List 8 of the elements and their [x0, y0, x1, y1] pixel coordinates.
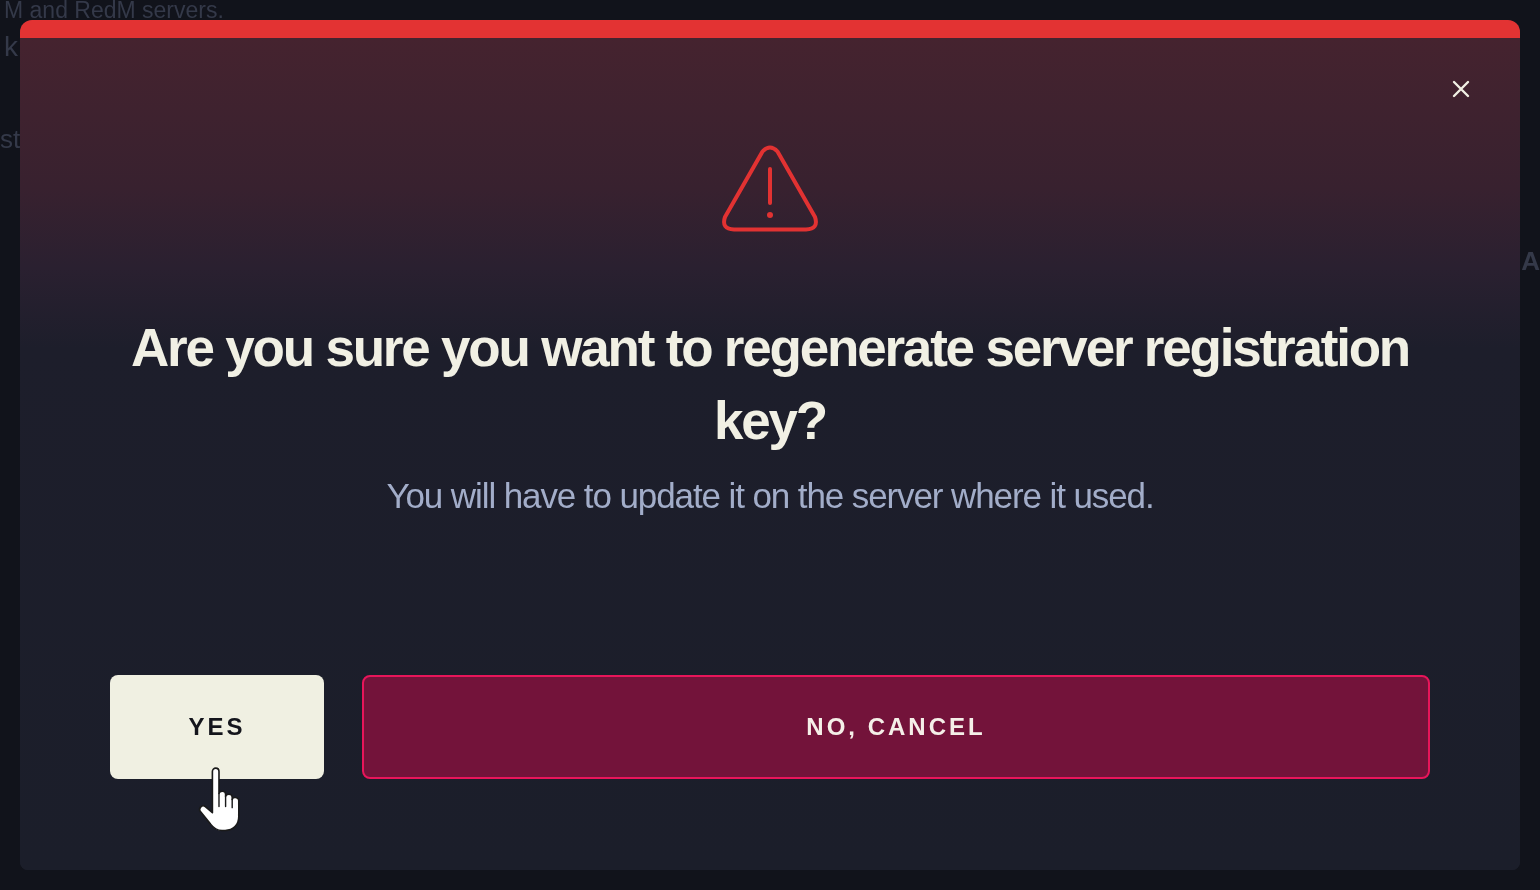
close-button[interactable] — [1452, 80, 1470, 98]
close-icon — [1452, 80, 1470, 98]
warning-icon — [722, 145, 818, 233]
confirm-button[interactable]: YES — [110, 675, 324, 779]
dialog-title: Are you sure you want to regenerate server registration key? — [129, 317, 1411, 452]
hand-cursor-icon — [196, 766, 243, 832]
dialog-message: You will have to update it on the server where it used. — [386, 475, 1154, 517]
cancel-button[interactable]: NO, CANCEL — [362, 675, 1430, 779]
